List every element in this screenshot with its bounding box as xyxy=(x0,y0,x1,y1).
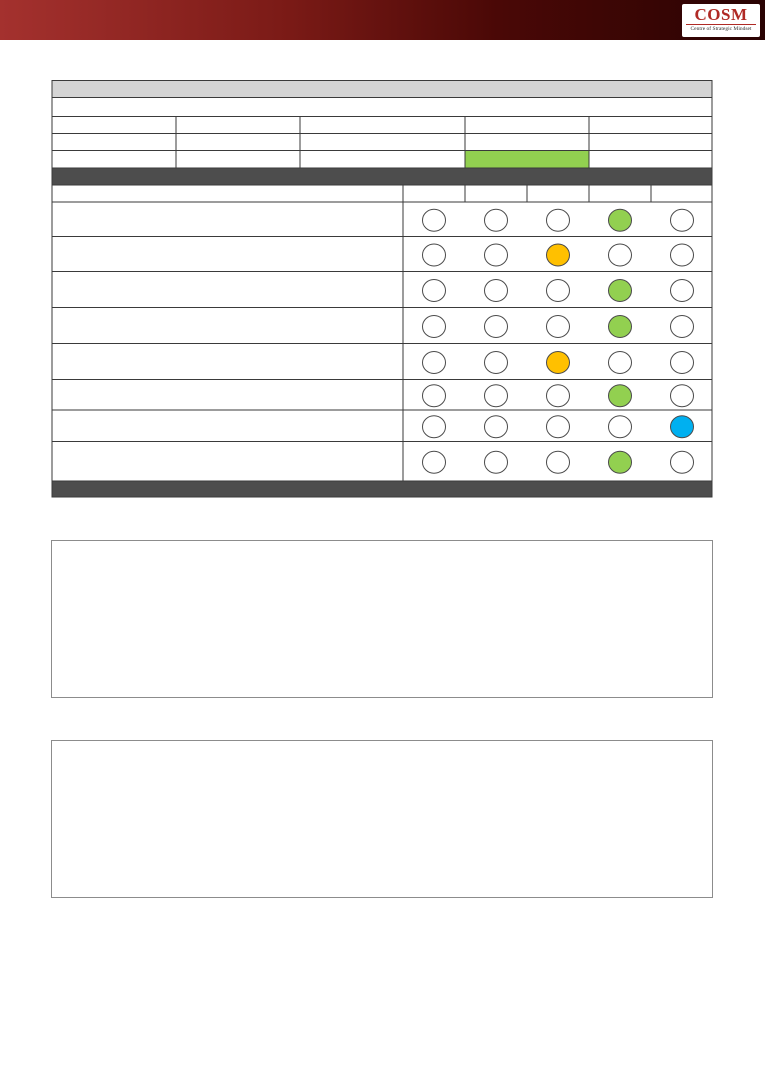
rating-option[interactable] xyxy=(484,384,508,408)
info-cell xyxy=(464,116,590,134)
info-cell xyxy=(175,116,301,134)
rating-option[interactable] xyxy=(546,315,570,338)
rating-option-selected[interactable] xyxy=(546,351,570,374)
info-cell xyxy=(51,133,177,151)
rating-option[interactable] xyxy=(670,208,694,232)
rating-option[interactable] xyxy=(484,351,508,374)
info-cell xyxy=(464,133,590,151)
rating-option[interactable] xyxy=(422,450,446,474)
info-cell xyxy=(51,150,177,169)
rating-option[interactable] xyxy=(670,450,694,474)
rating-option[interactable] xyxy=(422,279,446,302)
rating-option[interactable] xyxy=(670,243,694,267)
rating-option-selected[interactable] xyxy=(608,315,632,338)
comment-box-1[interactable] xyxy=(51,540,713,698)
rating-option-selected[interactable] xyxy=(608,208,632,232)
info-cell-highlighted xyxy=(464,150,590,169)
rating-option[interactable] xyxy=(422,415,446,439)
info-cell xyxy=(175,150,301,169)
info-cell xyxy=(588,150,713,169)
rating-option[interactable] xyxy=(422,315,446,338)
rating-option-selected[interactable] xyxy=(608,384,632,408)
rating-option[interactable] xyxy=(484,208,508,232)
info-cell xyxy=(299,133,466,151)
rating-option[interactable] xyxy=(422,208,446,232)
info-cell xyxy=(299,150,466,169)
rating-option[interactable] xyxy=(546,279,570,302)
rating-option[interactable] xyxy=(670,351,694,374)
rating-option[interactable] xyxy=(422,351,446,374)
rating-option[interactable] xyxy=(608,243,632,267)
info-cell xyxy=(51,116,177,134)
rating-option-selected[interactable] xyxy=(670,415,694,439)
rating-option[interactable] xyxy=(608,351,632,374)
rating-header-row xyxy=(51,184,713,203)
rating-option-selected[interactable] xyxy=(546,243,570,267)
rating-option[interactable] xyxy=(546,450,570,474)
rating-option[interactable] xyxy=(484,315,508,338)
table-info-row xyxy=(51,97,713,117)
rating-option[interactable] xyxy=(422,384,446,408)
rating-option-selected[interactable] xyxy=(608,450,632,474)
rating-option[interactable] xyxy=(546,415,570,439)
table-title-bar xyxy=(51,80,713,98)
rating-option[interactable] xyxy=(670,279,694,302)
section-band xyxy=(51,167,713,186)
rating-option[interactable] xyxy=(484,415,508,439)
rating-option[interactable] xyxy=(484,279,508,302)
rating-option[interactable] xyxy=(546,384,570,408)
rating-option[interactable] xyxy=(670,384,694,408)
rating-option[interactable] xyxy=(484,450,508,474)
rating-option-selected[interactable] xyxy=(608,279,632,302)
rating-option[interactable] xyxy=(670,315,694,338)
rating-option[interactable] xyxy=(546,208,570,232)
info-cell xyxy=(299,116,466,134)
rating-option[interactable] xyxy=(422,243,446,267)
info-cell xyxy=(175,133,301,151)
footer-band xyxy=(51,480,713,498)
info-cell xyxy=(588,116,713,134)
comment-box-2[interactable] xyxy=(51,740,713,898)
rating-option[interactable] xyxy=(484,243,508,267)
info-cell xyxy=(588,133,713,151)
rating-option[interactable] xyxy=(608,415,632,439)
assessment-table xyxy=(51,80,713,498)
